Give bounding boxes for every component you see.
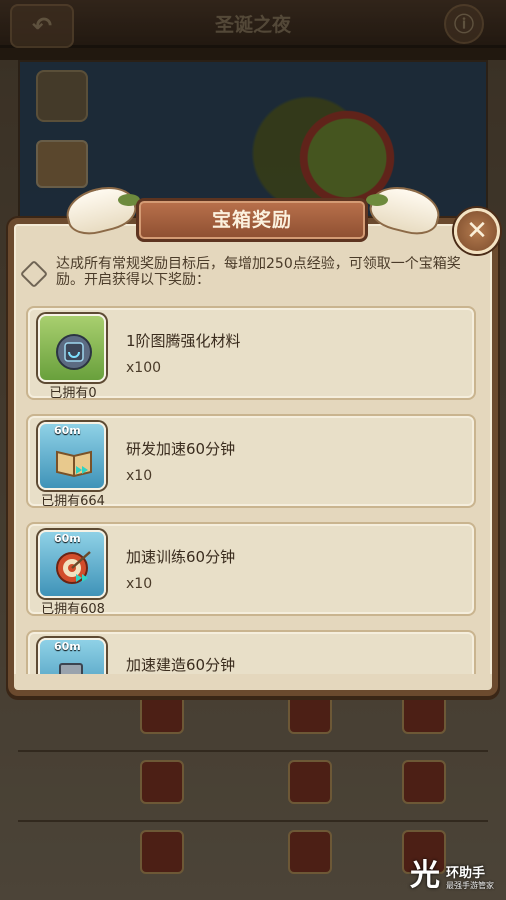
owned-count: 已拥有664 (41, 494, 105, 509)
dialog-title: 宝箱奖励 (211, 209, 292, 231)
reward-row: 60m 加速建造60分钟 (26, 630, 476, 674)
reward-quantity: x100 (126, 360, 162, 376)
book-icon (56, 450, 92, 478)
reward-list[interactable]: 已拥有0 1阶图腾强化材料 x100 60m 已拥有664 研发加速60分钟 x… (0, 300, 506, 674)
watermark-subtext: 最强手游管家 (446, 881, 494, 890)
duration-badge: 60m (54, 532, 81, 545)
reward-name: 加速建造60分钟 (126, 656, 236, 674)
reward-name: 研发加速60分钟 (126, 440, 236, 458)
research-speedup-icon[interactable]: 60m (38, 422, 106, 490)
tusk-right-icon (365, 180, 445, 240)
reward-row: 已拥有0 1阶图腾强化材料 x100 (26, 306, 476, 401)
reward-row: 60m 已拥有608 加速训练60分钟 x10 (26, 522, 476, 617)
dialog-bottom-frame (8, 674, 498, 696)
totem-orb-icon (56, 334, 92, 370)
leaf-icon (366, 194, 388, 206)
duration-badge: 60m (54, 640, 81, 653)
totem-material-icon[interactable] (38, 314, 106, 382)
reward-name: 加速训练60分钟 (126, 548, 236, 566)
target-icon (56, 551, 91, 584)
reward-quantity: x10 (126, 468, 153, 484)
reward-row: 60m 已拥有664 研发加速60分钟 x10 (26, 414, 476, 509)
reward-quantity: x10 (126, 576, 153, 592)
training-speedup-icon[interactable]: 60m (38, 530, 106, 598)
building-speedup-icon[interactable]: 60m (38, 638, 106, 674)
close-button[interactable]: ✕ (454, 208, 500, 254)
dialog-title-banner: 宝箱奖励 (136, 198, 368, 242)
reward-name: 1阶图腾强化材料 (126, 332, 241, 350)
hammer-icon (59, 663, 83, 674)
app-watermark: 光 环助手 最强手游管家 (410, 858, 500, 894)
watermark-logo: 光 (410, 858, 440, 893)
owned-count: 已拥有0 (49, 386, 97, 401)
reward-description: 达成所有常规奖励目标后，每增加250点经验，可领取一个宝箱奖励。开启获得以下奖励… (56, 256, 461, 288)
duration-badge: 60m (54, 424, 81, 437)
owned-count: 已拥有608 (41, 602, 105, 617)
watermark-text: 环助手 (446, 866, 486, 881)
tusk-left-icon (61, 180, 141, 240)
